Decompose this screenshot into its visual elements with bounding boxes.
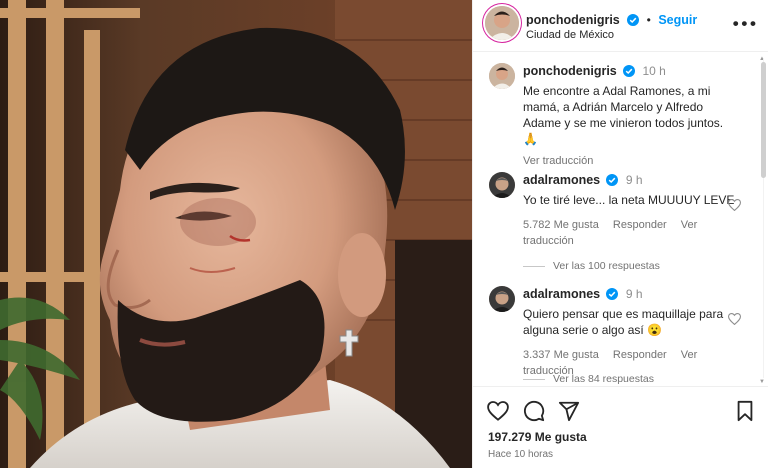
comment-meta: 5.782 Me gusta Responder Ver traducción [523, 217, 741, 249]
header-user-line: ponchodenigris • Seguir [526, 11, 697, 31]
follow-button[interactable]: Seguir [658, 13, 697, 27]
comment-icon[interactable] [523, 400, 545, 422]
send-icon[interactable] [558, 400, 580, 422]
post-image [0, 0, 472, 468]
caption-time[interactable]: 10 h [642, 64, 665, 78]
comment-username[interactable]: adalramones [523, 287, 600, 301]
verified-badge-icon [606, 174, 619, 190]
comment-body: adalramones 9 h Quiero pensar que es maq… [523, 286, 741, 379]
caption-username[interactable]: ponchodenigris [523, 64, 617, 78]
scrollbar-thumb[interactable] [761, 62, 766, 178]
location-label[interactable]: Ciudad de México [526, 29, 614, 41]
like-heart-icon[interactable] [487, 400, 509, 422]
view-replies-link[interactable]: Ver las 84 respuestas [523, 373, 654, 385]
author-username[interactable]: ponchodenigris [526, 13, 620, 27]
comment-text: Yo te tiré leve... la neta MUUUUY LEVE [523, 193, 735, 207]
post-timestamp[interactable]: Hace 10 horas [488, 449, 553, 460]
likes-count[interactable]: 197.279 Me gusta [488, 430, 587, 444]
caption-body: ponchodenigris 10 h Me encontre a Adal R… [523, 63, 741, 169]
comment-username[interactable]: adalramones [523, 173, 600, 187]
replies-line [523, 265, 545, 267]
view-replies-link[interactable]: Ver las 100 respuestas [523, 260, 660, 272]
replies-label: Ver las 84 respuestas [553, 373, 654, 385]
comment-likes[interactable]: 5.782 Me gusta [523, 219, 599, 231]
post-photo[interactable] [0, 0, 472, 468]
verified-badge-icon [606, 288, 619, 304]
caption-text: Me encontre a Adal Ramones, a mi mamá, a… [523, 83, 741, 147]
caption-emoji: 🙏 [523, 132, 538, 146]
post-header: ponchodenigris • Seguir Ciudad de México… [473, 0, 768, 52]
caption-avatar[interactable] [489, 63, 515, 89]
comment-text: Quiero pensar que es maquillaje para alg… [523, 307, 724, 337]
comment-body: adalramones 9 h Yo te tiré leve... la ne… [523, 172, 741, 249]
comment-time[interactable]: 9 h [626, 173, 643, 187]
verified-badge-icon [623, 65, 636, 81]
comment-likes[interactable]: 3.337 Me gusta [523, 349, 599, 361]
separator-dot: • [646, 13, 651, 27]
post-actions: 197.279 Me gusta Hace 10 horas [473, 386, 768, 468]
heart-icon[interactable] [727, 312, 742, 330]
commenter-avatar[interactable] [489, 172, 515, 198]
comment-time[interactable]: 9 h [626, 287, 643, 301]
verified-badge-icon [627, 13, 640, 31]
more-icon[interactable]: • • • [733, 14, 756, 34]
scroll-down-arrow-icon[interactable]: ▼ [759, 379, 765, 385]
replies-line [523, 378, 545, 380]
caption-text-content: Me encontre a Adal Ramones, a mi mamá, a… [523, 84, 724, 130]
author-avatar[interactable] [485, 6, 519, 40]
commenter-avatar[interactable] [489, 286, 515, 312]
reply-button[interactable]: Responder [613, 219, 667, 231]
comments-scrollbar[interactable] [761, 58, 766, 378]
see-translation-link[interactable]: Ver traducción [523, 153, 741, 169]
bookmark-icon[interactable] [735, 400, 757, 422]
post-panel: ponchodenigris • Seguir Ciudad de México… [472, 0, 768, 468]
comments-section[interactable]: ponchodenigris 10 h Me encontre a Adal R… [473, 53, 768, 386]
heart-icon[interactable] [727, 198, 742, 216]
reply-button[interactable]: Responder [613, 349, 667, 361]
replies-label: Ver las 100 respuestas [553, 260, 660, 272]
